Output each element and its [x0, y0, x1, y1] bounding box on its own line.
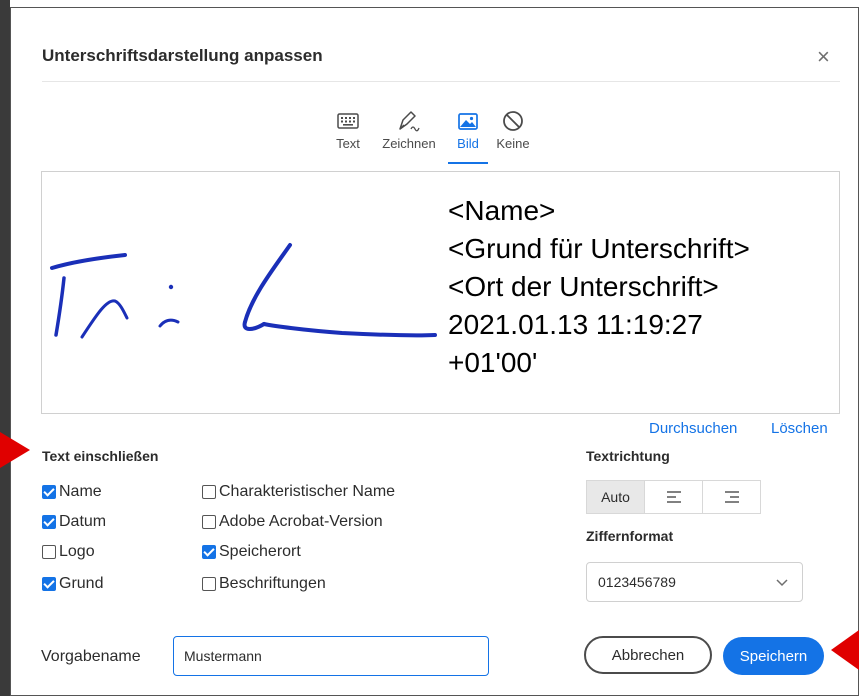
signature-preview: <Name> <Grund für Unterschrift> <Ort der… — [41, 171, 840, 414]
preset-name-label: Vorgabename — [41, 648, 141, 665]
checkbox-reason-label: Grund — [59, 575, 104, 592]
signature-appearance-dialog: Unterschriftsdarstellung anpassen × Text… — [10, 7, 859, 696]
checkbox-location-label: Speicherort — [219, 543, 301, 560]
checkbox-date-label: Datum — [59, 513, 107, 530]
text-direction-segmented: Auto — [586, 480, 761, 514]
number-format-select[interactable]: 0123456789 — [586, 562, 803, 602]
sig-line-name: <Name> — [448, 195, 556, 226]
align-right-icon — [724, 491, 739, 503]
signature-details: <Name> <Grund für Unterschrift> <Ort der… — [448, 192, 750, 382]
dialog-title: Unterschriftsdarstellung anpassen — [42, 46, 323, 65]
tab-none[interactable]: Keine — [491, 108, 535, 164]
tab-text-label: Text — [336, 136, 360, 151]
checkbox-date-box[interactable] — [42, 515, 56, 529]
delete-link[interactable]: Löschen — [771, 420, 828, 437]
checkbox-labels[interactable]: Beschriftungen — [202, 575, 326, 593]
checkbox-logo[interactable]: Logo — [42, 543, 95, 561]
checkbox-distinguished-name-box[interactable] — [202, 485, 216, 499]
background-left-edge — [0, 0, 10, 696]
chevron-down-icon — [776, 563, 788, 601]
checkbox-logo-label: Logo — [59, 543, 95, 560]
tab-draw-label: Zeichnen — [382, 136, 436, 151]
direction-left-button[interactable] — [645, 481, 703, 513]
tab-none-label: Keine — [496, 136, 530, 151]
checkbox-distinguished-name[interactable]: Charakteristischer Name — [202, 483, 395, 501]
none-icon — [503, 111, 523, 131]
checkbox-acrobat-version[interactable]: Adobe Acrobat-Version — [202, 513, 383, 531]
checkbox-reason-box[interactable] — [42, 577, 56, 591]
preset-name-input[interactable] — [173, 636, 489, 676]
pen-icon — [399, 111, 420, 132]
save-button[interactable]: Speichern — [723, 637, 824, 675]
text-direction-label: Textrichtung — [586, 448, 670, 464]
checkbox-labels-label: Beschriftungen — [219, 575, 326, 592]
include-text-label: Text einschließen — [42, 448, 159, 464]
annotation-arrow-left — [0, 432, 30, 468]
tab-image-label: Bild — [457, 136, 479, 151]
checkbox-distinguished-name-label: Charakteristischer Name — [219, 483, 396, 500]
browse-link[interactable]: Durchsuchen — [649, 420, 737, 437]
checkbox-logo-box[interactable] — [42, 545, 56, 559]
direction-auto-button[interactable]: Auto — [587, 481, 645, 513]
checkbox-location[interactable]: Speicherort — [202, 543, 301, 561]
checkbox-labels-box[interactable] — [202, 577, 216, 591]
cancel-button[interactable]: Abbrechen — [584, 636, 712, 674]
image-icon — [458, 113, 478, 130]
sig-line-date: 2021.01.13 11:19:27 — [448, 309, 703, 340]
sig-line-reason: <Grund für Unterschrift> — [448, 233, 750, 264]
checkbox-acrobat-version-label: Adobe Acrobat-Version — [219, 513, 383, 530]
checkbox-name-label: Name — [59, 483, 102, 500]
sig-line-timezone: +01'00' — [448, 347, 538, 378]
checkbox-acrobat-version-box[interactable] — [202, 515, 216, 529]
title-divider — [42, 81, 840, 82]
align-left-icon — [666, 491, 681, 503]
sig-line-location: <Ort der Unterschrift> — [448, 271, 719, 302]
number-format-value: 0123456789 — [598, 574, 676, 590]
close-icon[interactable]: × — [817, 44, 830, 70]
checkbox-name[interactable]: Name — [42, 483, 102, 501]
tab-draw[interactable]: Zeichnen — [373, 108, 445, 164]
tab-text[interactable]: Text — [329, 108, 367, 164]
tab-image[interactable]: Bild — [448, 108, 488, 164]
checkbox-date[interactable]: Datum — [42, 513, 106, 531]
keyboard-icon — [337, 113, 359, 129]
direction-right-button[interactable] — [703, 481, 760, 513]
signature-image — [50, 243, 437, 339]
annotation-arrow-right — [831, 630, 859, 670]
checkbox-location-box[interactable] — [202, 545, 216, 559]
number-format-label: Ziffernformat — [586, 528, 674, 544]
checkbox-reason[interactable]: Grund — [42, 575, 103, 593]
checkbox-name-box[interactable] — [42, 485, 56, 499]
